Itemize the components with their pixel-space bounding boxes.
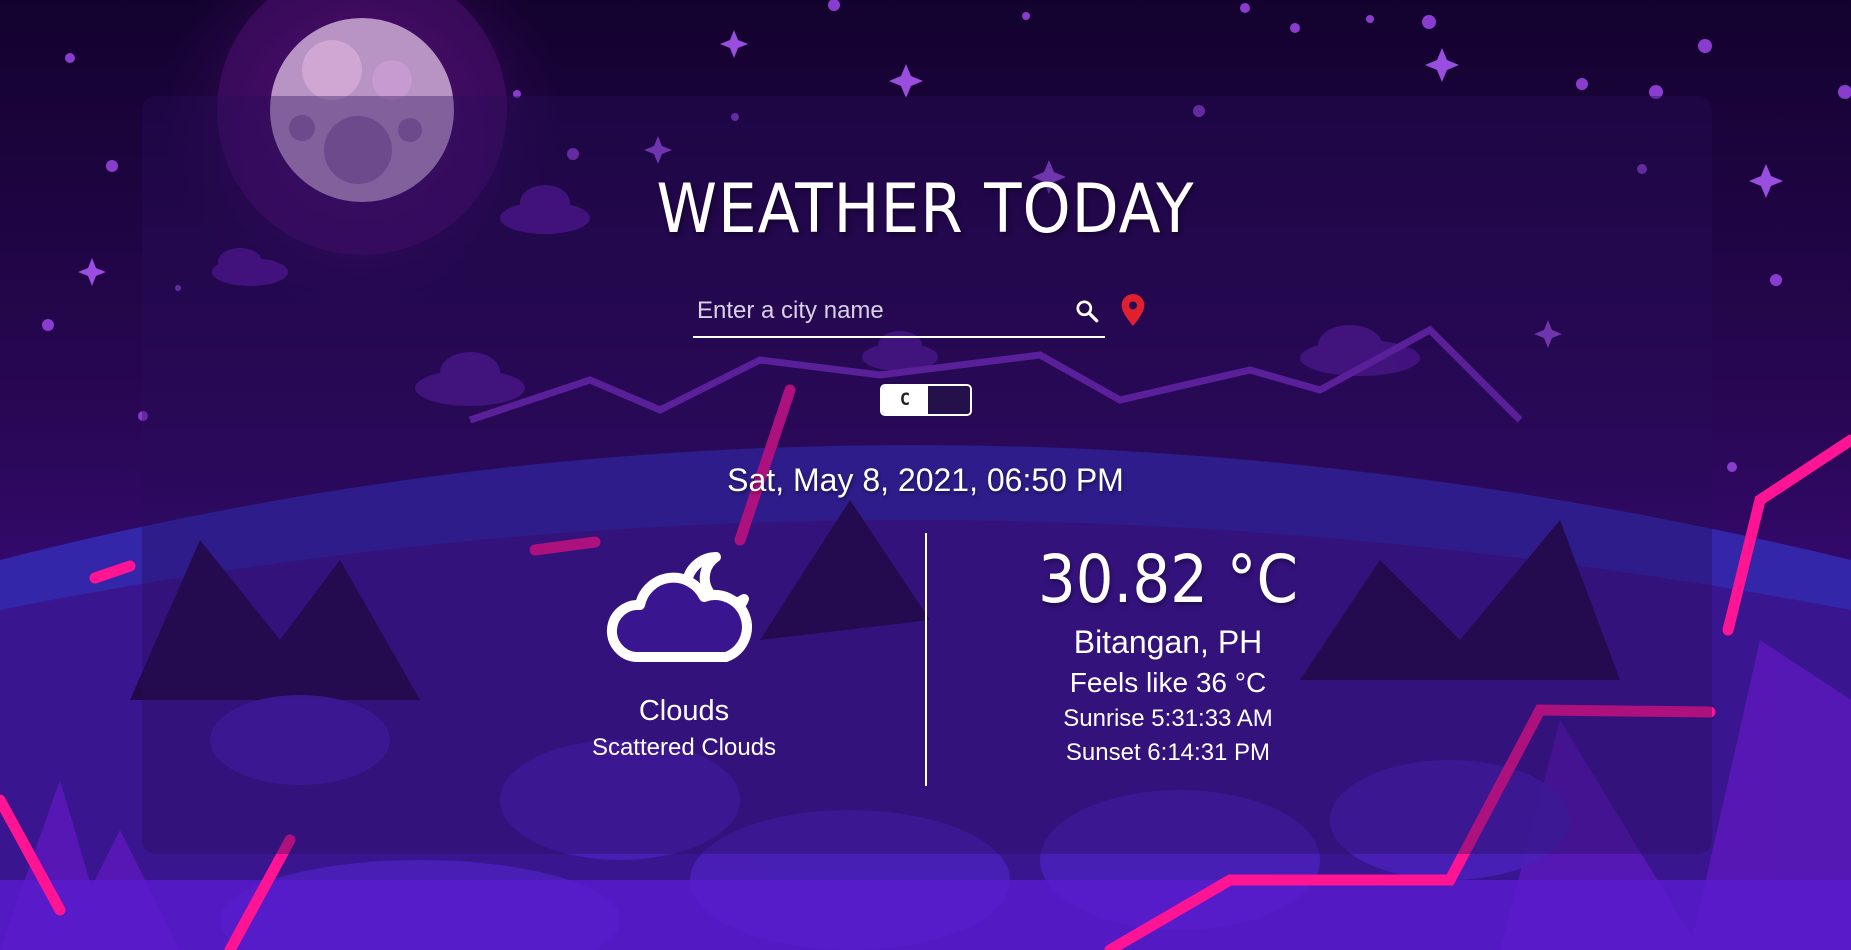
page-title: WEATHER TODAY	[656, 170, 1195, 249]
feels-like: Feels like 36 °C	[1069, 667, 1267, 698]
unit-toggle[interactable]: C	[880, 384, 972, 416]
sunrise-time: Sunrise 5:31:33 AM	[1063, 705, 1273, 732]
weather-main: Clouds	[638, 695, 730, 727]
weather-description: Scattered Clouds	[591, 734, 777, 761]
search-icon[interactable]	[1069, 293, 1105, 329]
map-pin-icon[interactable]	[1119, 293, 1147, 327]
search-bar	[693, 286, 1105, 338]
weather-details: 30.82 °C Bitangan, PH Feels like 36 °C S…	[968, 538, 1368, 767]
divider	[925, 533, 927, 786]
cloud-moon-icon	[607, 552, 752, 662]
unit-toggle-track	[928, 386, 970, 414]
unit-toggle-label: C	[882, 386, 928, 414]
sunset-time: Sunset 6:14:31 PM	[1065, 739, 1271, 766]
location-name: Bitangan, PH	[1073, 624, 1263, 660]
temperature: 30.82 °C	[1038, 541, 1298, 618]
city-search-input[interactable]	[693, 289, 1069, 333]
current-datetime: Sat, May 8, 2021, 06:50 PM	[727, 462, 1124, 498]
weather-summary: Clouds Scattered Clouds	[534, 545, 834, 762]
